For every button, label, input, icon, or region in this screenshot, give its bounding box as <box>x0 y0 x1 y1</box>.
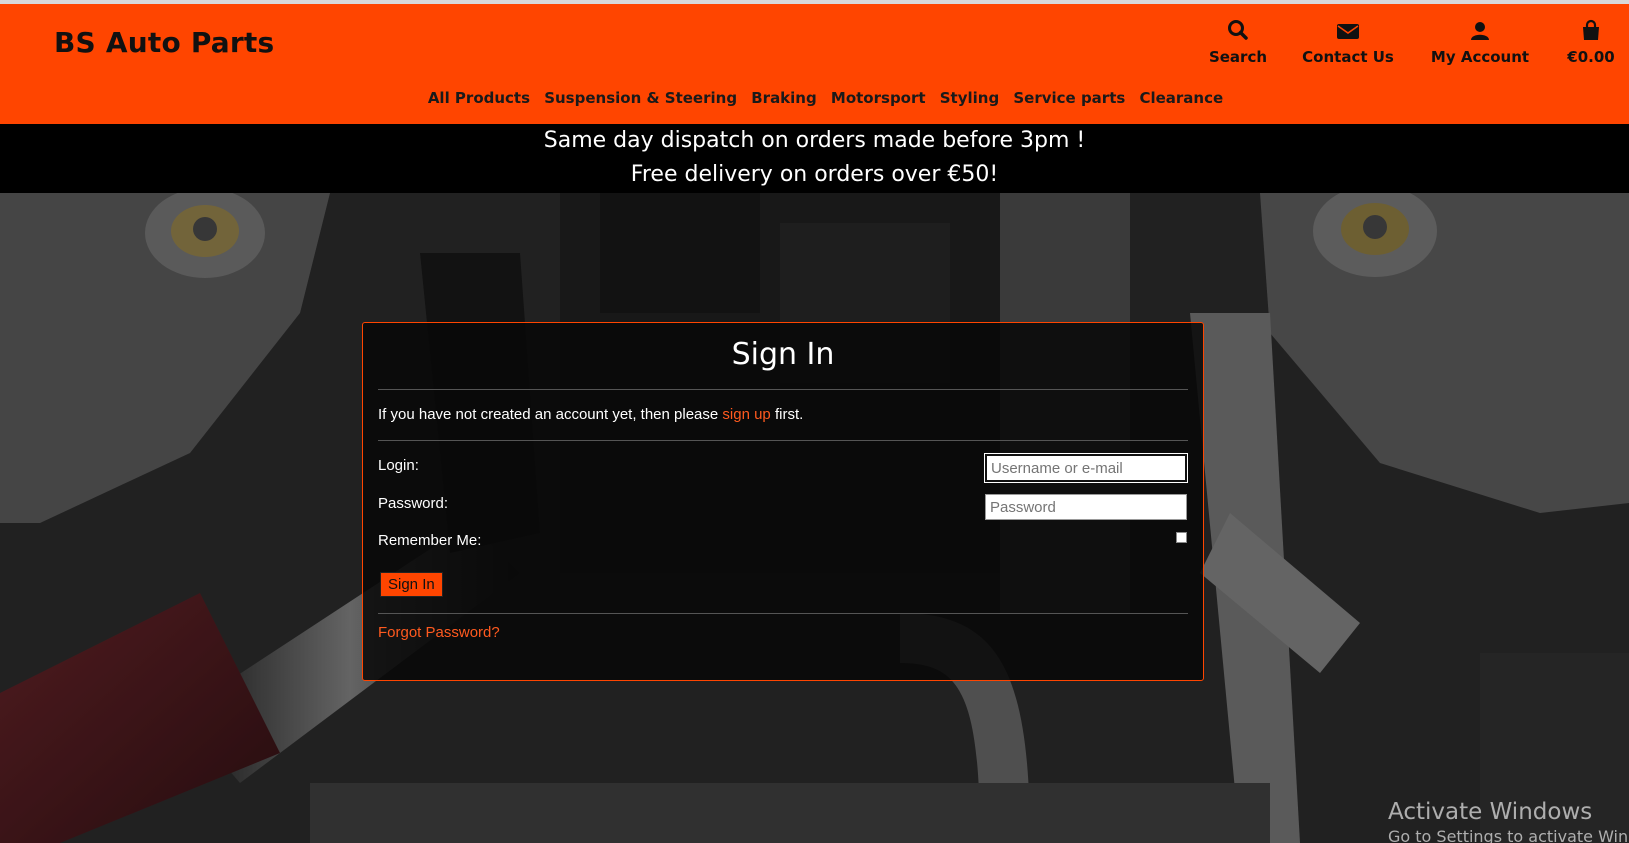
nav-item-braking[interactable]: Braking <box>751 89 817 107</box>
nav-item-motorsport[interactable]: Motorsport <box>831 89 926 107</box>
banner-dispatch-text: Same day dispatch on orders made before … <box>543 128 1086 153</box>
main-nav: All Products Suspension & Steering Braki… <box>0 89 1629 107</box>
nav-item-service-parts[interactable]: Service parts <box>1013 89 1125 107</box>
windows-activation-subtitle: Go to Settings to activate Windows. <box>1388 827 1629 843</box>
user-icon <box>1471 22 1489 40</box>
login-input[interactable] <box>984 453 1188 483</box>
password-input[interactable] <box>985 494 1187 520</box>
signin-card: Sign In If you have not created an accou… <box>362 322 1204 681</box>
nav-item-all-products[interactable]: All Products <box>428 89 530 107</box>
divider <box>378 389 1188 390</box>
nav-item-suspension-steering[interactable]: Suspension & Steering <box>544 89 737 107</box>
windows-activation-title: Activate Windows <box>1388 799 1593 825</box>
login-label: Login: <box>378 457 419 474</box>
windows-activation-watermark: Activate Windows Go to Settings to activ… <box>1388 799 1629 843</box>
search-icon <box>1228 20 1248 40</box>
my-account-button[interactable]: My Account <box>1425 18 1535 66</box>
remember-me-label: Remember Me: <box>378 532 482 549</box>
password-label: Password: <box>378 495 449 512</box>
brand-logo-link[interactable]: BS Auto Parts <box>54 26 274 59</box>
cart-button[interactable]: €0.00 <box>1553 18 1629 66</box>
main-nav-list: All Products Suspension & Steering Braki… <box>423 89 1228 107</box>
search-label: Search <box>1208 48 1268 66</box>
my-account-label: My Account <box>1430 48 1530 66</box>
nav-item-styling[interactable]: Styling <box>940 89 999 107</box>
divider <box>378 440 1188 441</box>
delivery-banner: Same day dispatch on orders made before … <box>0 124 1629 193</box>
signup-prompt-text: If you have not created an account yet, … <box>378 406 723 423</box>
cart-total-label: €0.00 <box>1567 48 1615 66</box>
contact-us-button[interactable]: Contact Us <box>1293 18 1403 66</box>
signup-prompt-suffix: first. <box>770 406 804 423</box>
site-header: BS Auto Parts Search Contact Us My Accou… <box>0 4 1629 124</box>
shopping-bag-icon <box>1583 19 1599 40</box>
signin-submit-button[interactable]: Sign In <box>380 572 443 597</box>
nav-item-clearance[interactable]: Clearance <box>1139 89 1223 107</box>
signin-title: Sign In <box>731 337 835 372</box>
search-button[interactable]: Search <box>1203 18 1273 66</box>
contact-us-label: Contact Us <box>1302 48 1394 66</box>
remember-me-checkbox[interactable] <box>1176 532 1187 543</box>
banner-delivery-text: Free delivery on orders over €50! <box>630 162 999 187</box>
forgot-password-link[interactable]: Forgot Password? <box>378 624 500 641</box>
signup-link[interactable]: sign up <box>722 406 770 423</box>
signup-prompt: If you have not created an account yet, … <box>378 406 803 423</box>
divider <box>378 613 1188 614</box>
envelope-icon <box>1337 24 1359 39</box>
